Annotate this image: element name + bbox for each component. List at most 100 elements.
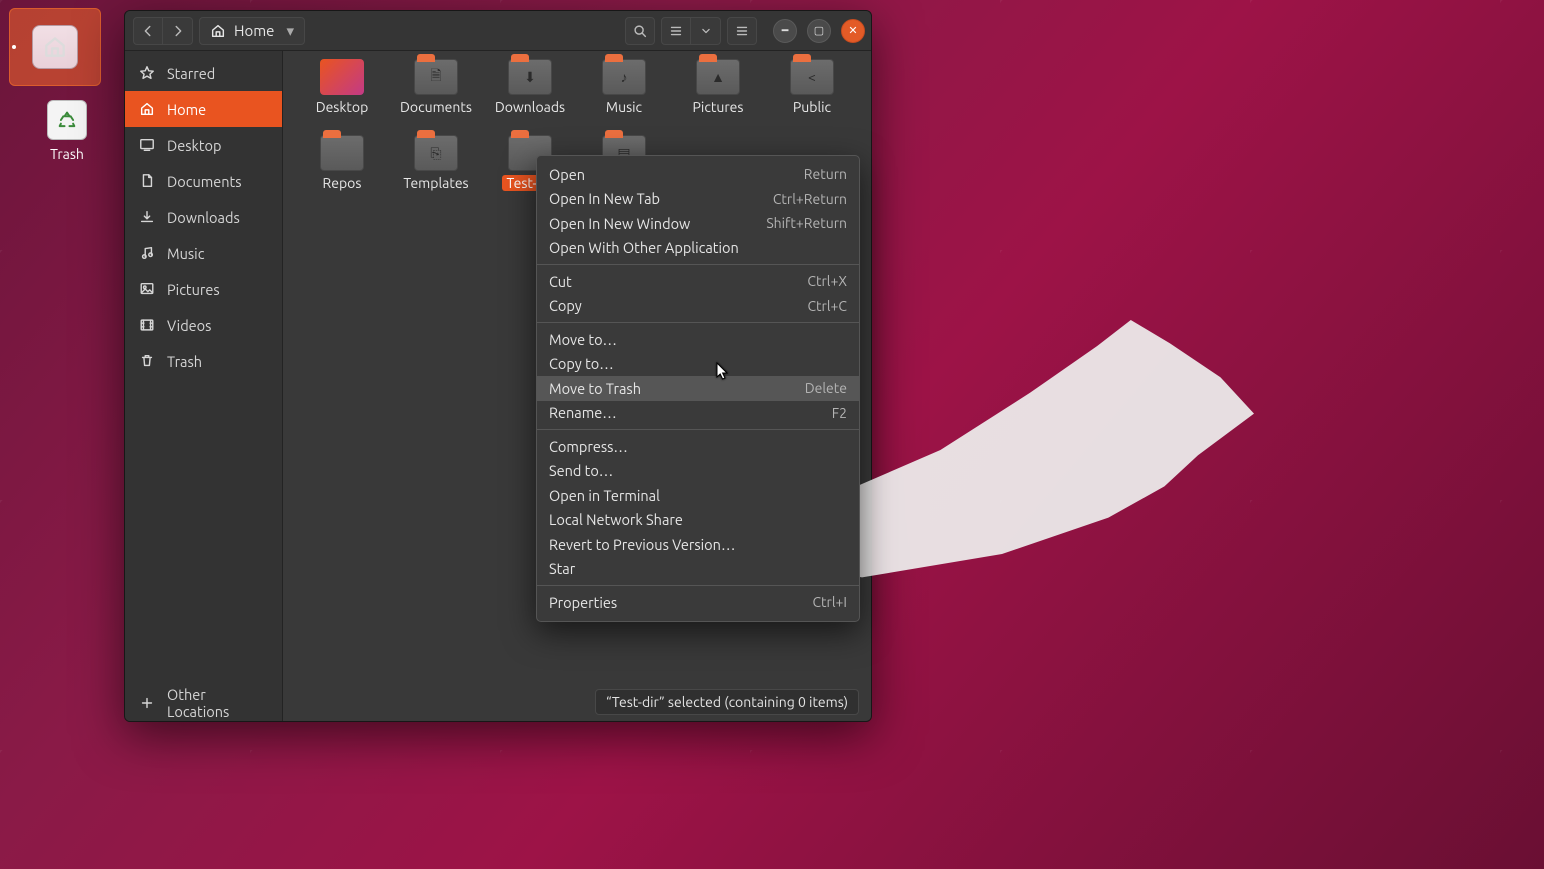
menu-item-label: Compress… (549, 438, 628, 455)
menu-item-label: Open In New Tab (549, 190, 660, 207)
sidebar-item-label: Downloads (167, 209, 240, 226)
sidebar-item-label: Pictures (167, 281, 220, 298)
sidebar-item-pictures[interactable]: Pictures (125, 271, 282, 307)
menu-item-accel: Ctrl+C (807, 298, 847, 314)
path-label: Home (234, 22, 274, 39)
sidebar-item-videos[interactable]: Videos (125, 307, 282, 343)
close-button[interactable]: ✕ (841, 19, 865, 43)
menu-item-accel: Return (804, 166, 847, 182)
menu-item-open-in-new-window[interactable]: Open In New WindowShift+Return (537, 211, 859, 236)
menu-item-label: Cut (549, 273, 572, 290)
menu-item-open-in-terminal[interactable]: Open in Terminal (537, 483, 859, 508)
nav-back-button[interactable] (133, 17, 163, 45)
picture-icon (139, 281, 155, 297)
sidebar-item-documents[interactable]: Documents (125, 163, 282, 199)
minimize-button[interactable]: ━ (773, 19, 797, 43)
file-label: Documents (400, 99, 472, 115)
desktop-trash[interactable]: Trash (24, 100, 110, 162)
menu-item-open-in-new-tab[interactable]: Open In New Tab Ctrl+Return (537, 187, 859, 212)
cursor-icon (716, 362, 730, 382)
menu-item-label: Open (549, 166, 585, 183)
sidebar-item-home[interactable]: Home (125, 91, 282, 127)
menu-item-cut[interactable]: CutCtrl+X (537, 269, 859, 294)
menu-separator (537, 585, 859, 586)
menu-item-label: Open in Terminal (549, 487, 660, 504)
sidebar-item-label: Other Locations (167, 686, 268, 720)
file-item[interactable]: 🗎 Documents (391, 59, 481, 135)
star-icon (139, 65, 155, 81)
file-item[interactable]: Repos (297, 135, 387, 211)
hamburger-menu-button[interactable] (727, 17, 757, 45)
menu-item-open-with-other-application[interactable]: Open With Other Application (537, 236, 859, 261)
chevron-right-icon (170, 23, 186, 39)
menu-item-local-network-share[interactable]: Local Network Share (537, 508, 859, 533)
sidebar-item-label: Trash (167, 353, 202, 370)
file-item[interactable]: Desktop (297, 59, 387, 135)
music-icon (139, 245, 155, 261)
menu-item-star[interactable]: Star (537, 557, 859, 582)
menu-item-label: Copy to… (549, 355, 614, 372)
menu-item-label: Local Network Share (549, 511, 683, 528)
sidebar-other-locations[interactable]: Other Locations (125, 685, 282, 721)
menu-item-accel: Ctrl+I (812, 594, 847, 610)
folder-icon: ♪ (602, 59, 646, 95)
file-label: Repos (323, 175, 362, 191)
menu-item-accel: F2 (832, 405, 847, 421)
sidebar-item-music[interactable]: Music (125, 235, 282, 271)
menu-item-copy[interactable]: CopyCtrl+C (537, 294, 859, 319)
menu-item-copy-to[interactable]: Copy to… (537, 352, 859, 377)
menu-item-label: Send to… (549, 462, 613, 479)
folder-icon: ▲ (696, 59, 740, 95)
folder-icon: 🗎 (414, 59, 458, 95)
file-item[interactable]: ⎘Templates (391, 135, 481, 211)
sidebar-item-starred[interactable]: Starred (125, 55, 282, 91)
menu-item-accel: Delete (805, 380, 847, 396)
menu-item-accel: Ctrl+Return (773, 191, 847, 207)
menu-item-open[interactable]: Open Return (537, 162, 859, 187)
maximize-button[interactable]: ▢ (807, 19, 831, 43)
nav-back-forward (133, 17, 193, 45)
view-list-button[interactable] (661, 17, 691, 45)
sidebar-item-desktop[interactable]: Desktop (125, 127, 282, 163)
menu-item-compress[interactable]: Compress… (537, 434, 859, 459)
download-icon (139, 209, 155, 225)
menu-item-label: Open In New Window (549, 215, 690, 232)
chevron-down-icon: ▾ (286, 22, 294, 40)
nav-forward-button[interactable] (163, 17, 193, 45)
dock-app-files[interactable] (9, 8, 101, 86)
menu-item-revert-to-previous-version[interactable]: Revert to Previous Version… (537, 532, 859, 557)
file-item[interactable]: ▲ Pictures (673, 59, 763, 135)
file-label: Desktop (316, 99, 369, 115)
file-label: Pictures (693, 99, 744, 115)
sidebar-item-trash[interactable]: Trash (125, 343, 282, 379)
sidebar-item-label: Desktop (167, 137, 221, 154)
menu-item-label: Open With Other Application (549, 239, 739, 256)
document-icon (139, 173, 155, 189)
file-item[interactable]: ⬇Downloads (485, 59, 575, 135)
sidebar-item-label: Videos (167, 317, 211, 334)
menu-item-move-to-trash[interactable]: Move to TrashDelete (537, 376, 859, 401)
trash-icon (139, 353, 155, 369)
file-item[interactable]: <Public (767, 59, 857, 135)
file-item[interactable]: ♪ Music (579, 59, 669, 135)
chevron-left-icon (140, 23, 156, 39)
sidebar-item-downloads[interactable]: Downloads (125, 199, 282, 235)
menu-item-label: Revert to Previous Version… (549, 536, 735, 553)
menu-icon (734, 23, 750, 39)
file-label: Music (606, 99, 642, 115)
folder-icon: ⬇ (508, 59, 552, 95)
folder-icon (320, 135, 364, 171)
file-label: Templates (403, 175, 468, 191)
search-button[interactable] (625, 17, 655, 45)
menu-item-rename[interactable]: Rename…F2 (537, 401, 859, 426)
view-options-button[interactable] (691, 17, 721, 45)
path-bar[interactable]: Home ▾ (199, 17, 305, 45)
menu-item-send-to[interactable]: Send to… (537, 459, 859, 484)
sidebar-item-label: Home (167, 101, 206, 118)
menu-item-properties[interactable]: PropertiesCtrl+I (537, 590, 859, 615)
menu-item-move-to[interactable]: Move to… (537, 327, 859, 352)
dock (0, 0, 110, 86)
trash-icon (47, 100, 87, 140)
search-icon (632, 23, 648, 39)
titlebar[interactable]: Home ▾ ━ ▢ ✕ (125, 11, 871, 51)
